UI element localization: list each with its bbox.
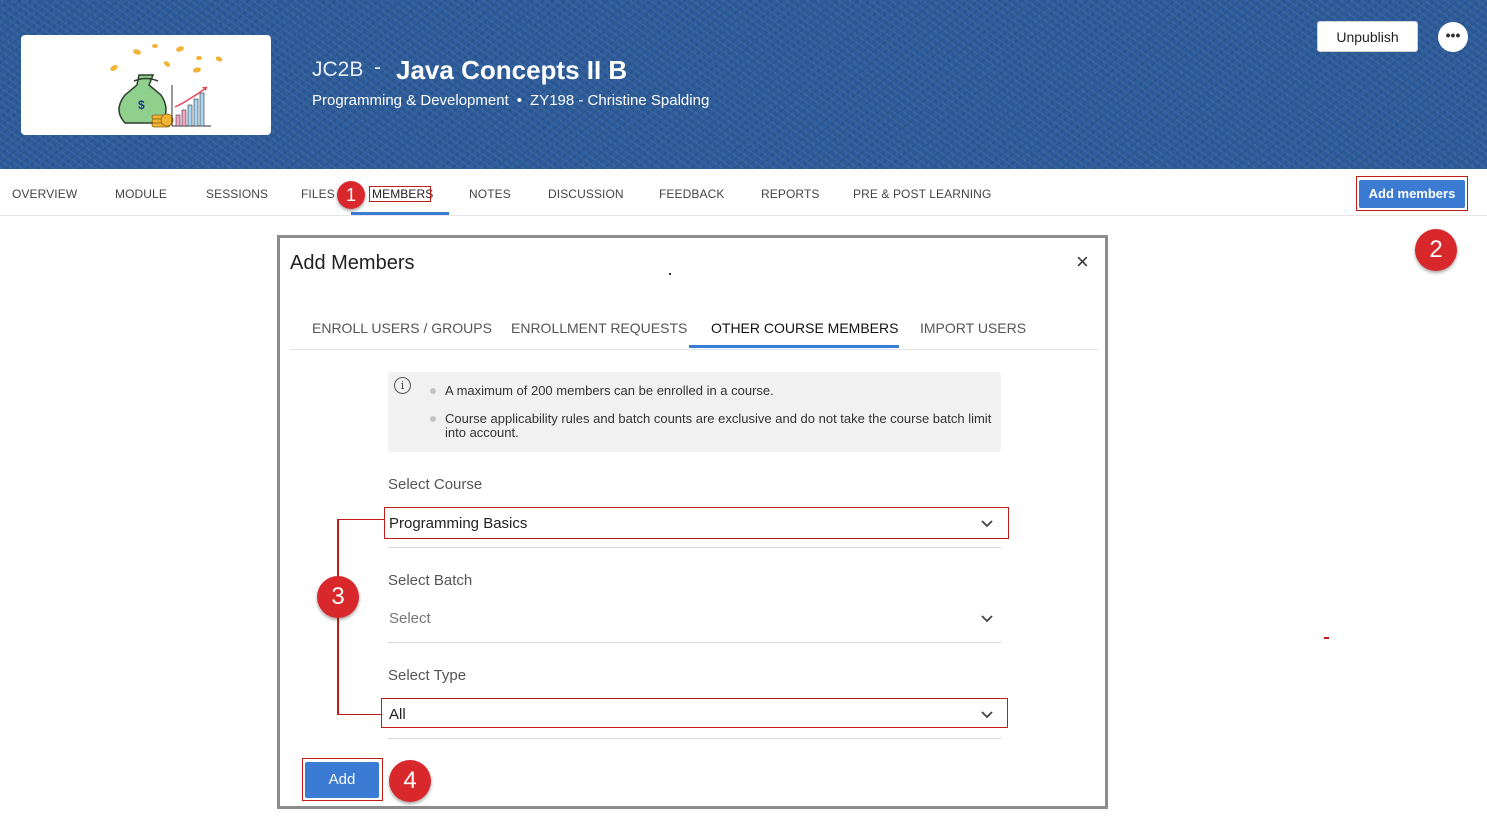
step-badge-3: 3	[317, 576, 359, 618]
info-text-max-members: A maximum of 200 members can be enrolled…	[445, 383, 774, 398]
select-batch-placeholder: Select	[389, 610, 431, 627]
tab-discussion[interactable]: DISCUSSION	[548, 187, 624, 201]
course-code: JC2B	[312, 58, 364, 81]
tab-other-course-members[interactable]: OTHER COURSE MEMBERS	[711, 320, 898, 336]
active-tab-indicator	[351, 212, 449, 215]
step3-bracket-bottom	[337, 714, 381, 715]
tab-sessions[interactable]: SESSIONS	[206, 187, 268, 201]
info-text-applicability: Course applicability rules and batch cou…	[445, 411, 992, 440]
chevron-down-icon[interactable]	[980, 612, 994, 626]
dialog-tabs-divider	[290, 349, 1098, 350]
course-thumbnail: $	[21, 35, 271, 135]
tab-notes[interactable]: NOTES	[469, 187, 511, 201]
select-batch-dropdown[interactable]	[388, 603, 1001, 643]
type-highlight-box	[381, 698, 1008, 728]
add-members-highlight-box	[1356, 176, 1468, 211]
select-type-label: Select Type	[388, 667, 467, 684]
subtitle-bullet: •	[516, 92, 523, 109]
tab-enrollment-requests[interactable]: ENROLLMENT REQUESTS	[511, 320, 687, 336]
tab-import-users[interactable]: IMPORT USERS	[920, 320, 1026, 336]
course-subtitle: Programming & Development • ZY198 - Christ…	[312, 92, 709, 109]
course-title: Java Concepts II B	[396, 55, 628, 85]
tab-pre-post-learning[interactable]: PRE & POST LEARNING	[853, 187, 991, 201]
info-bullet-icon	[430, 388, 436, 394]
step-badge-2: 2	[1415, 229, 1457, 271]
tab-reports[interactable]: REPORTS	[761, 187, 820, 201]
step-badge-1: 1	[337, 181, 365, 209]
more-options-button[interactable]: •••	[1438, 22, 1468, 52]
dialog-active-tab-indicator	[689, 345, 899, 348]
tab-files[interactable]: FILES	[301, 187, 335, 201]
members-highlight-box	[369, 186, 431, 202]
dialog-title: Add Members	[290, 252, 415, 274]
select-course-label: Select Course	[388, 476, 483, 493]
tab-module[interactable]: MODULE	[115, 187, 167, 201]
more-icon: •••	[1445, 27, 1461, 43]
step3-bracket-top	[337, 519, 384, 520]
info-icon: i	[394, 377, 411, 394]
unpublish-button[interactable]: Unpublish	[1317, 21, 1418, 52]
step-badge-4: 4	[389, 760, 431, 802]
svg-text:$: $	[138, 98, 145, 112]
stray-red-mark	[1324, 637, 1329, 639]
money-bag-growth-icon: $	[110, 44, 223, 128]
stray-dot	[669, 273, 671, 275]
select-batch-label: Select Batch	[388, 572, 473, 589]
tab-overview[interactable]: OVERVIEW	[12, 187, 77, 201]
course-category: Programming & Development	[312, 92, 509, 109]
info-bullet-icon	[430, 416, 436, 422]
tab-enroll-users-groups[interactable]: ENROLL USERS / GROUPS	[312, 320, 492, 336]
close-icon[interactable]: ×	[1076, 250, 1089, 274]
add-highlight-box	[302, 758, 383, 801]
tab-feedback[interactable]: FEEDBACK	[659, 187, 724, 201]
title-separator: -	[374, 56, 381, 79]
course-instructor: ZY198 - Christine Spalding	[530, 92, 710, 109]
course-highlight-box	[384, 507, 1009, 539]
